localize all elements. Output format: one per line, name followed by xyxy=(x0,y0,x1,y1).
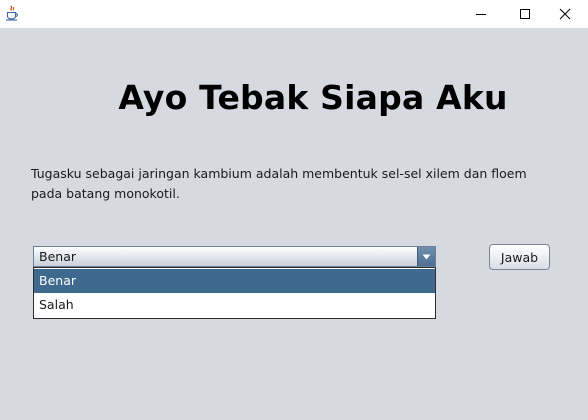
close-icon xyxy=(559,5,571,24)
java-cup-icon xyxy=(4,5,20,21)
dropdown-option-salah[interactable]: Salah xyxy=(34,293,435,317)
close-button[interactable] xyxy=(542,0,588,28)
app-window: Ayo Tebak Siapa Aku Tugasku sebagai jari… xyxy=(0,0,588,420)
answer-dropdown-list: Benar Salah xyxy=(33,267,436,319)
jawab-button[interactable]: Jawab xyxy=(489,244,550,270)
dropdown-option-benar[interactable]: Benar xyxy=(34,269,435,293)
maximize-icon xyxy=(519,5,531,24)
answer-select[interactable]: Benar xyxy=(33,246,436,267)
minimize-button[interactable] xyxy=(458,0,504,28)
question-text: Tugasku sebagai jaringan kambium adalah … xyxy=(31,166,527,201)
minimize-icon xyxy=(475,5,487,24)
chevron-down-icon[interactable] xyxy=(417,247,435,266)
answer-select-value: Benar xyxy=(39,249,76,264)
page-title: Ayo Tebak Siapa Aku xyxy=(118,78,508,117)
title-bar[interactable] xyxy=(0,0,588,28)
